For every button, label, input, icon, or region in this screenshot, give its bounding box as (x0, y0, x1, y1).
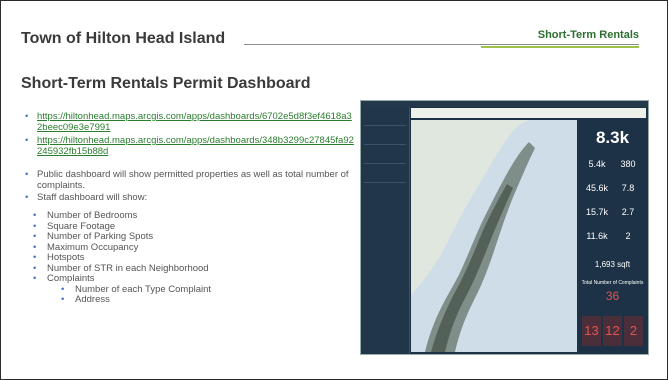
stat-value: 5.4k (588, 159, 606, 169)
complaint-item-list: • Number of each Type Complaint • Address (47, 283, 355, 306)
staff-item: Number of Parking Spots (47, 231, 154, 242)
bullet-icon: • (33, 273, 37, 284)
dashboard-banner (411, 108, 646, 118)
link-list: • https://hiltonhead.maps.arcgis.com/apps… (25, 111, 355, 157)
complaints-total: 36 (605, 289, 620, 303)
bullet-icon: • (25, 135, 29, 146)
stat-value: 2 (625, 231, 631, 241)
bullet-icon: • (25, 192, 29, 203)
header-divider (244, 44, 639, 45)
list-item: • Complaints • Number of each Type Complai… (33, 273, 355, 306)
bullet-icon: • (25, 169, 29, 180)
bullet-icon: • (33, 210, 37, 221)
section-label: Short-Term Rentals (537, 29, 639, 41)
list-item: • https://hiltonhead.maps.arcgis.com/apps… (25, 111, 355, 133)
avg-sqft-value: 1,693 sqft (594, 260, 631, 269)
stat-value: 7.8 (621, 183, 635, 193)
stat-value: 15.7k (585, 207, 609, 217)
bullet-icon: • (61, 294, 65, 305)
staff-item: Number of Bedrooms (47, 210, 138, 221)
stats-panel: 8.3k 5.4k 380 45.6k 7.8 15.7k 2.7 11.6k … (579, 120, 646, 352)
bullet-list: • Public dashboard will show permitted pr… (25, 169, 355, 203)
total-permits-value: 8.3k (595, 128, 630, 147)
staff-item: Complaints (47, 273, 95, 284)
list-item: • Staff dashboard will show: (25, 192, 355, 203)
sidebar-filter (364, 111, 406, 126)
slide-content: • https://hiltonhead.maps.arcgis.com/apps… (25, 111, 355, 306)
sidebar-filter (364, 130, 406, 145)
complaint-count: 2 (629, 323, 638, 338)
bullet-icon: • (25, 111, 29, 122)
staff-item-list: • Number of Bedrooms • Square Footage • Num… (25, 210, 355, 306)
dashboard-link-staff[interactable]: https://hiltonhead.maps.arcgis.com/apps/… (37, 135, 355, 157)
staff-item: Square Footage (47, 220, 116, 232)
complaint-count: 13 (584, 323, 599, 338)
stat-value: 380 (620, 159, 636, 169)
staff-item: Hotspots (47, 252, 85, 263)
list-item: • https://hiltonhead.maps.arcgis.com/apps… (25, 135, 355, 157)
sidebar-filter (364, 149, 406, 164)
staff-item: Number of STR in each Neighborhood (47, 262, 209, 274)
list-item: • Address (61, 294, 355, 306)
stat-value: 11.6k (586, 231, 608, 241)
page-title: Short-Term Rentals Permit Dashboard (21, 75, 311, 92)
sidebar-filter (364, 168, 406, 183)
map-graphic (411, 120, 577, 352)
bullet-icon: • (33, 252, 37, 263)
stat-value: 2.7 (621, 207, 635, 217)
dashboard-sidebar (361, 107, 410, 354)
complaints-label: Total Number of Complaints (581, 280, 644, 286)
bullet-icon: • (33, 231, 37, 242)
org-title: Town of Hilton Head Island (21, 30, 226, 47)
bullet-text: Staff dashboard will show: (37, 192, 148, 203)
complaint-item: Address (75, 294, 110, 305)
header-accent-line (481, 46, 639, 48)
staff-item: Maximum Occupancy (47, 241, 139, 253)
complaint-count: 12 (605, 323, 620, 338)
bullet-text: Public dashboard will show permitted pro… (37, 169, 349, 191)
slide: Town of Hilton Head Island Short-Term Re… (0, 0, 668, 380)
list-item: • Public dashboard will show permitted pr… (25, 169, 355, 191)
island-map (411, 120, 577, 352)
complaint-item: Number of each Type Complaint (75, 283, 212, 295)
dashboard-link-public[interactable]: https://hiltonhead.maps.arcgis.com/apps/… (37, 111, 355, 133)
stat-value: 45.6k (585, 183, 609, 193)
dashboard-screenshot: 8.3k 5.4k 380 45.6k 7.8 15.7k 2.7 11.6k … (360, 100, 649, 355)
